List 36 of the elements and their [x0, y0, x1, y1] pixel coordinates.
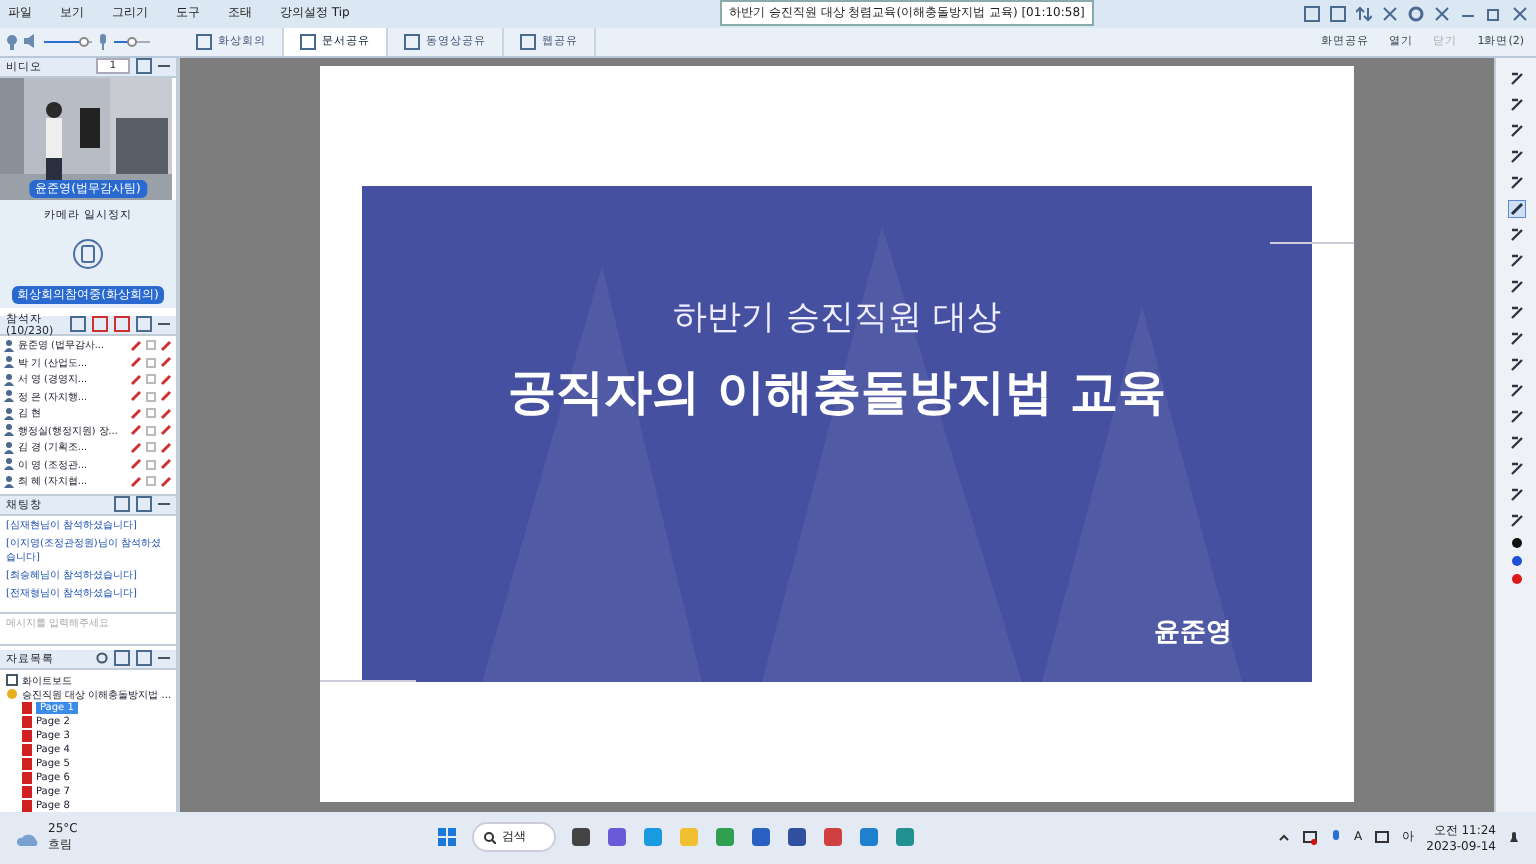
slide-title: 공직자의 이해충돌방지법 교육 — [508, 362, 1166, 424]
microphone-icon[interactable] — [1330, 829, 1343, 846]
chevron-up-icon[interactable] — [1278, 831, 1291, 844]
network-icon[interactable] — [1302, 829, 1319, 846]
volume-slider[interactable] — [44, 35, 92, 48]
slide-subtitle: 하반기 승진직원 대상 — [673, 296, 1001, 340]
person-icon — [4, 458, 14, 471]
microphone-icon[interactable] — [98, 33, 108, 50]
minimize-icon[interactable] — [158, 652, 170, 664]
folder-open-icon — [6, 688, 18, 700]
notification-icon[interactable] — [1508, 830, 1520, 845]
person-icon — [4, 407, 14, 420]
person-icon — [4, 424, 14, 437]
speaker-icon[interactable] — [24, 34, 38, 49]
color-swatch[interactable] — [1511, 573, 1521, 583]
person-icon — [4, 356, 14, 369]
cloud-icon — [16, 829, 40, 846]
color-swatch[interactable] — [1511, 555, 1521, 565]
person-icon — [4, 339, 14, 352]
person-icon — [4, 390, 14, 403]
minimize-icon[interactable] — [158, 498, 170, 510]
restore-icon[interactable] — [1485, 5, 1502, 22]
swap-icon[interactable] — [1355, 5, 1372, 22]
camera-paused-icon — [72, 237, 104, 269]
person-icon — [4, 475, 14, 488]
color-swatch[interactable] — [1511, 537, 1521, 547]
minimize-icon[interactable] — [158, 60, 170, 72]
person-icon — [4, 441, 14, 454]
search-icon — [484, 831, 496, 844]
mic-slider[interactable] — [114, 35, 150, 48]
close-icon[interactable] — [1511, 5, 1528, 22]
windows-icon[interactable] — [436, 826, 458, 849]
bulb-icon[interactable] — [6, 33, 18, 50]
person-icon — [4, 373, 14, 386]
minimize-icon[interactable] — [158, 318, 170, 330]
presenter-name: 윤준영 — [1154, 616, 1232, 650]
